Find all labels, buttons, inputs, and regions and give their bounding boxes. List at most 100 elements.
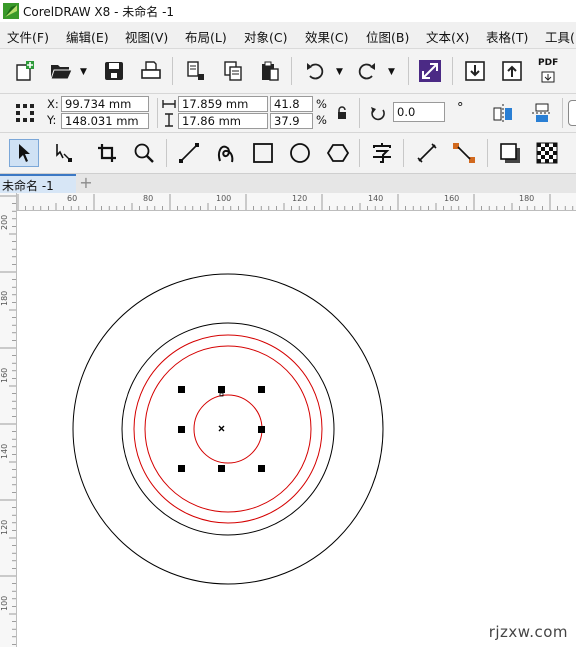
transparency-tool-button[interactable] <box>534 140 560 166</box>
menu-view[interactable]: 视图(V) <box>125 27 168 46</box>
ellipse-tool-button[interactable] <box>287 140 313 166</box>
height-field[interactable]: 17.86 mm <box>178 113 268 129</box>
lock-ratio-icon[interactable] <box>336 106 348 120</box>
text-tool-button[interactable] <box>369 140 395 166</box>
ruler-label-200: 200 <box>0 214 9 230</box>
open-dropdown-icon[interactable]: ▼ <box>80 67 87 77</box>
freehand-tool-button[interactable] <box>176 140 202 166</box>
artistic-media-button[interactable] <box>213 140 239 166</box>
crop-tool-button[interactable] <box>94 140 120 166</box>
handle-top-center[interactable] <box>218 386 225 393</box>
handle-bottom-left[interactable] <box>178 465 185 472</box>
separator <box>408 57 409 85</box>
handle-top-left[interactable] <box>178 386 185 393</box>
redo-button[interactable] <box>354 58 380 84</box>
scale-y-field[interactable]: 37.9 <box>270 113 313 129</box>
vertical-ruler[interactable]: 200 180 160 140 120 100 <box>0 193 17 647</box>
app-name: CorelDRAW X8 <box>23 5 111 19</box>
save-icon <box>105 62 123 80</box>
new-document-button[interactable] <box>11 58 37 84</box>
ruler-label-180v: 180 <box>0 290 9 306</box>
polygon-tool-icon <box>327 144 349 162</box>
menu-layout[interactable]: 布局(L) <box>185 27 227 46</box>
text-tool-icon <box>373 143 391 163</box>
degree-label: ° <box>457 101 464 116</box>
publish-pdf-button[interactable]: PDF <box>536 58 562 84</box>
drawing-canvas[interactable]: rjzxw.com <box>17 211 576 647</box>
ruler-label-120: 120 <box>292 194 308 203</box>
handle-top-right[interactable] <box>258 386 265 393</box>
outer-black-circle[interactable] <box>72 273 384 585</box>
height-icon <box>165 113 173 127</box>
coreldraw-logo-icon <box>3 3 19 19</box>
zoom-tool-button[interactable] <box>131 140 157 166</box>
open-button[interactable] <box>48 58 74 84</box>
crop-tool-icon <box>98 144 116 162</box>
percent-label-x: % <box>316 97 327 111</box>
cut-button[interactable] <box>183 58 209 84</box>
corel-connect-button[interactable] <box>417 58 443 84</box>
mirror-horizontal-icon[interactable] <box>492 102 514 124</box>
add-document-tab-icon[interactable]: + <box>78 175 94 191</box>
ruler-label-160v: 160 <box>0 367 9 383</box>
import-button[interactable] <box>462 58 488 84</box>
outer-red-circle[interactable] <box>133 334 323 524</box>
paste-icon <box>262 61 279 81</box>
shape-tool-icon <box>56 144 72 162</box>
shape-tool-button[interactable] <box>50 140 76 166</box>
menu-effects[interactable]: 效果(C) <box>305 27 348 46</box>
more-options-button[interactable] <box>568 100 576 126</box>
dimension-tool-button[interactable] <box>414 140 440 166</box>
paste-button[interactable] <box>257 58 283 84</box>
menu-object[interactable]: 对象(C) <box>244 27 287 46</box>
document-tab-bar: 未命名 -1 + <box>0 174 576 193</box>
separator <box>166 139 167 167</box>
drop-shadow-button[interactable] <box>497 140 523 166</box>
save-button[interactable] <box>101 58 127 84</box>
new-document-icon <box>16 61 34 81</box>
scale-x-field[interactable]: 41.8 <box>270 96 313 112</box>
middle-red-circle[interactable] <box>144 345 312 513</box>
selected-red-circle[interactable] <box>193 394 263 464</box>
menu-file[interactable]: 文件(F) <box>7 27 49 46</box>
inner-black-circle[interactable] <box>121 322 335 536</box>
undo-dropdown-icon[interactable]: ▼ <box>336 67 343 77</box>
menu-tools[interactable]: 工具( <box>545 27 575 46</box>
connector-tool-icon <box>453 143 475 163</box>
object-origin-icon[interactable] <box>15 103 35 123</box>
connector-tool-button[interactable] <box>451 140 477 166</box>
separator <box>403 139 404 167</box>
menu-text[interactable]: 文本(X) <box>426 27 469 46</box>
document-tab[interactable]: 未命名 -1 <box>0 174 76 193</box>
x-position-field[interactable]: 99.734 mm <box>61 96 149 112</box>
separator <box>157 98 158 128</box>
polygon-tool-button[interactable] <box>325 140 351 166</box>
rotation-icon <box>371 107 385 121</box>
handle-middle-left[interactable] <box>178 426 185 433</box>
width-field[interactable]: 17.859 mm <box>178 96 268 112</box>
rectangle-tool-icon <box>253 143 273 163</box>
print-button[interactable] <box>138 58 164 84</box>
rotation-field[interactable]: 0.0 <box>393 102 445 122</box>
separator <box>562 98 563 128</box>
ruler-label-80: 80 <box>143 194 154 203</box>
undo-button[interactable] <box>302 58 328 84</box>
handle-bottom-right[interactable] <box>258 465 265 472</box>
ruler-label-160: 160 <box>444 194 460 203</box>
menu-table[interactable]: 表格(T) <box>486 27 528 46</box>
mirror-vertical-icon[interactable] <box>530 102 552 124</box>
horizontal-ruler[interactable]: 60 80 100 120 140 160 180 <box>16 193 576 211</box>
menu-bar: 文件(F) 编辑(E) 视图(V) 布局(L) 对象(C) 效果(C) 位图(B… <box>0 22 576 49</box>
pick-tool-button[interactable] <box>9 139 39 167</box>
handle-middle-right[interactable] <box>258 426 265 433</box>
y-position-field[interactable]: 148.031 mm <box>61 113 149 129</box>
menu-bitmaps[interactable]: 位图(B) <box>366 27 409 46</box>
copy-button[interactable] <box>220 58 246 84</box>
rectangle-tool-button[interactable] <box>250 140 276 166</box>
corel-connect-icon <box>419 60 441 82</box>
export-button[interactable] <box>499 58 525 84</box>
pdf-label: PDF <box>538 58 559 68</box>
handle-bottom-center[interactable] <box>218 465 225 472</box>
redo-dropdown-icon[interactable]: ▼ <box>388 67 395 77</box>
menu-edit[interactable]: 编辑(E) <box>66 27 109 46</box>
